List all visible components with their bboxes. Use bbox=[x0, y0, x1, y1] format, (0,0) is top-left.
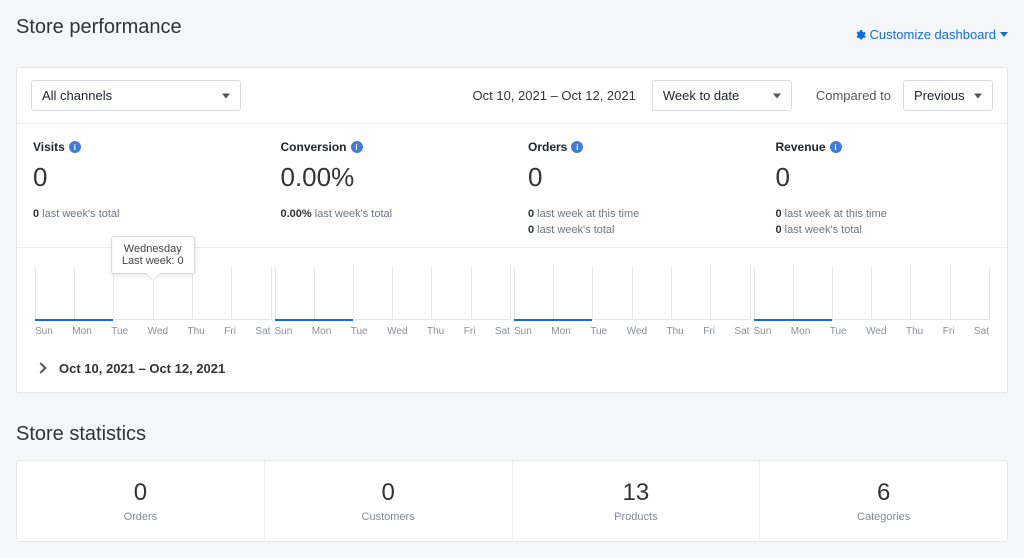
chart-cell: Sun Mon Tue Wed Thu Fri Sat bbox=[752, 248, 992, 337]
compared-select-value: Previous bbox=[914, 88, 965, 103]
tick-label: Mon bbox=[72, 326, 91, 337]
date-range-text: Oct 10, 2021 – Oct 12, 2021 bbox=[473, 88, 636, 103]
chart-tooltip: WednesdayLast week: 0 bbox=[111, 236, 195, 274]
tick-label: Wed bbox=[866, 326, 886, 337]
stat-value: 0 bbox=[271, 479, 506, 507]
info-icon[interactable]: i bbox=[351, 141, 363, 153]
tick-label: Sun bbox=[35, 326, 53, 337]
tick-label: Thu bbox=[667, 326, 684, 337]
gear-icon bbox=[854, 29, 866, 41]
stat-cell[interactable]: 0 Customers bbox=[265, 461, 513, 541]
tick-label: Tue bbox=[351, 326, 368, 337]
tick-label: Fri bbox=[943, 326, 955, 337]
tick-label: Wed bbox=[627, 326, 647, 337]
metric-cell: Revenue i 0 0 last week at this time0 la… bbox=[760, 124, 1008, 247]
metric-compare-line: 0.00% last week's total bbox=[281, 207, 497, 223]
tick-label: Sat bbox=[734, 326, 749, 337]
tick-label: Tue bbox=[830, 326, 847, 337]
chart-cell: Sun Mon Tue Wed Thu Fri Sat bbox=[273, 248, 513, 337]
store-statistics-title: Store statistics bbox=[16, 423, 1008, 446]
tick-label: Thu bbox=[906, 326, 923, 337]
compared-to-label: Compared to bbox=[816, 88, 891, 103]
channels-select-value: All channels bbox=[42, 88, 112, 103]
metric-compare-line: 0 last week's total bbox=[528, 223, 744, 239]
stat-cell[interactable]: 13 Products bbox=[513, 461, 761, 541]
metric-label: Conversion bbox=[281, 140, 347, 154]
tick-label: Fri bbox=[464, 326, 476, 337]
compared-select[interactable]: Previous bbox=[903, 80, 993, 111]
period-select[interactable]: Week to date bbox=[652, 80, 792, 111]
stat-value: 13 bbox=[519, 479, 754, 507]
stat-label: Products bbox=[519, 511, 754, 523]
metric-label: Orders bbox=[528, 140, 567, 154]
chart-cell: WednesdayLast week: 0SunMonTueWedThuFriS… bbox=[33, 248, 273, 337]
tick-label: Mon bbox=[791, 326, 810, 337]
metric-compare-line: 0 last week's total bbox=[33, 207, 249, 223]
chevron-right-icon[interactable] bbox=[35, 363, 46, 374]
tick-label: Tue bbox=[111, 326, 128, 337]
tick-label: Tue bbox=[590, 326, 607, 337]
tick-label: Sun bbox=[275, 326, 293, 337]
performance-panel: All channels Oct 10, 2021 – Oct 12, 2021… bbox=[16, 67, 1008, 393]
metric-value: 0 bbox=[776, 162, 992, 193]
tick-label: Mon bbox=[312, 326, 331, 337]
channels-select[interactable]: All channels bbox=[31, 80, 241, 111]
metric-compare-line: 0 last week at this time bbox=[776, 207, 992, 223]
stat-cell[interactable]: 6 Categories bbox=[760, 461, 1007, 541]
metric-label: Revenue bbox=[776, 140, 826, 154]
metric-cell: Visits i 0 0 last week's total bbox=[17, 124, 265, 247]
tick-label: Sat bbox=[255, 326, 270, 337]
customize-dashboard-label: Customize dashboard bbox=[870, 27, 996, 42]
tick-label: Fri bbox=[703, 326, 715, 337]
tick-label: Thu bbox=[427, 326, 444, 337]
tick-label: Sun bbox=[754, 326, 772, 337]
metric-cell: Orders i 0 0 last week at this time0 las… bbox=[512, 124, 760, 247]
metrics-row: Visits i 0 0 last week's total Conversio… bbox=[17, 124, 1007, 248]
metric-value: 0 bbox=[33, 162, 249, 193]
tick-label: Wed bbox=[387, 326, 407, 337]
stat-label: Customers bbox=[271, 511, 506, 523]
info-icon[interactable]: i bbox=[571, 141, 583, 153]
chart-cell: Sun Mon Tue Wed Thu Fri Sat bbox=[512, 248, 752, 337]
customize-dashboard-link[interactable]: Customize dashboard bbox=[854, 27, 1008, 42]
stat-value: 6 bbox=[766, 479, 1001, 507]
tick-label: Thu bbox=[188, 326, 205, 337]
info-icon[interactable]: i bbox=[69, 141, 81, 153]
charts-row: WednesdayLast week: 0SunMonTueWedThuFriS… bbox=[17, 248, 1007, 345]
page-title: Store performance bbox=[16, 16, 182, 39]
tick-label: Sun bbox=[514, 326, 532, 337]
stat-value: 0 bbox=[23, 479, 258, 507]
statistics-row: 0 Orders0 Customers13 Products6 Categori… bbox=[17, 461, 1007, 541]
metric-compare-line: 0 last week's total bbox=[776, 223, 992, 239]
metric-compare-line: 0 last week at this time bbox=[528, 207, 744, 223]
metric-value: 0 bbox=[528, 162, 744, 193]
tick-label: Sat bbox=[495, 326, 510, 337]
info-icon[interactable]: i bbox=[830, 141, 842, 153]
stat-label: Orders bbox=[23, 511, 258, 523]
range-footer: Oct 10, 2021 – Oct 12, 2021 bbox=[17, 345, 1007, 392]
period-select-value: Week to date bbox=[663, 88, 739, 103]
tick-label: Mon bbox=[551, 326, 570, 337]
tick-label: Sat bbox=[974, 326, 989, 337]
range-footer-text: Oct 10, 2021 – Oct 12, 2021 bbox=[59, 361, 225, 376]
filters-row: All channels Oct 10, 2021 – Oct 12, 2021… bbox=[17, 68, 1007, 124]
tick-label: Fri bbox=[224, 326, 236, 337]
metric-cell: Conversion i 0.00% 0.00% last week's tot… bbox=[265, 124, 513, 247]
metric-value: 0.00% bbox=[281, 162, 497, 193]
metric-label: Visits bbox=[33, 140, 65, 154]
tick-label: Wed bbox=[148, 326, 168, 337]
statistics-panel: 0 Orders0 Customers13 Products6 Categori… bbox=[16, 460, 1008, 542]
chevron-down-icon bbox=[1000, 32, 1008, 37]
stat-label: Categories bbox=[766, 511, 1001, 523]
stat-cell[interactable]: 0 Orders bbox=[17, 461, 265, 541]
